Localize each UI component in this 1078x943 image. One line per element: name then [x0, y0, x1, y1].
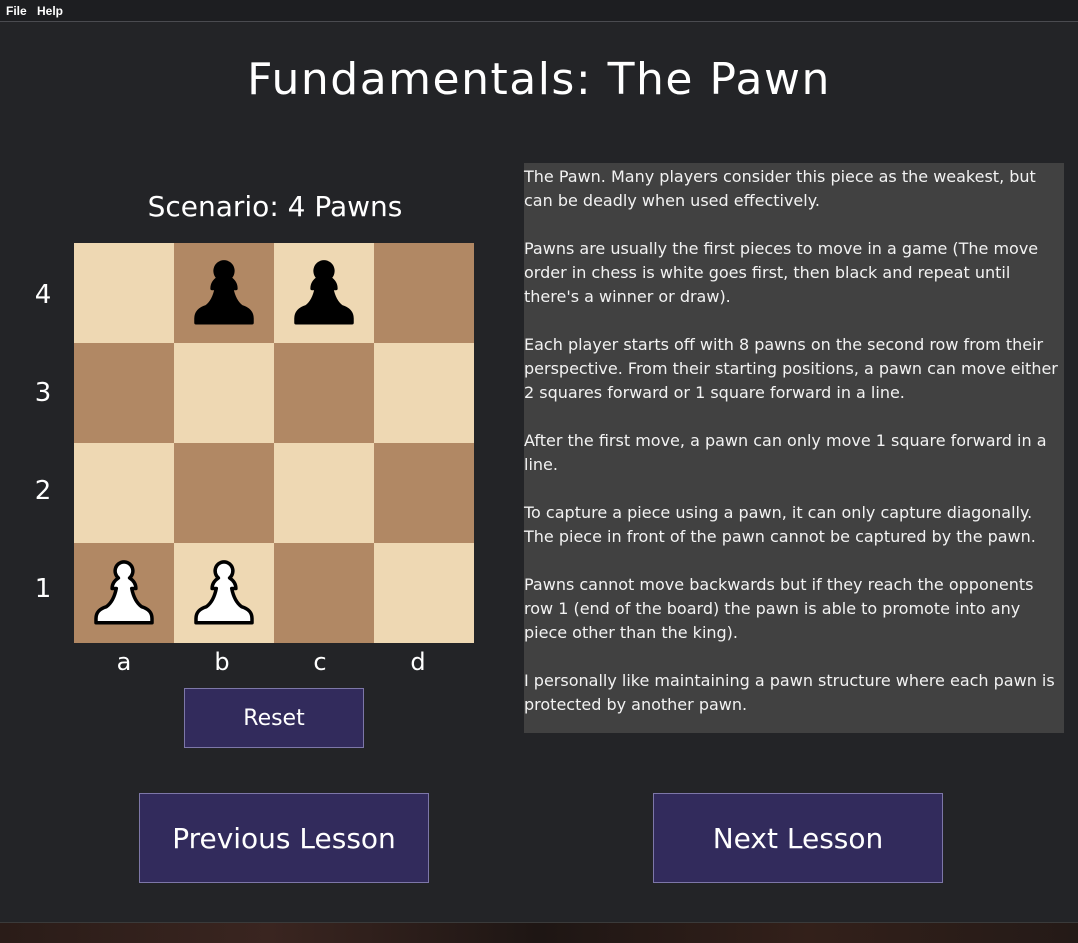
black-pawn-icon[interactable]: [189, 248, 259, 338]
rank-label-3: 3: [34, 378, 52, 408]
file-label-a: a: [116, 648, 132, 676]
file-label-d: d: [410, 648, 426, 676]
square-a2[interactable]: [74, 443, 174, 543]
black-pawn-icon[interactable]: [289, 248, 359, 338]
square-c1[interactable]: [274, 543, 374, 643]
previous-lesson-button[interactable]: Previous Lesson: [139, 793, 429, 883]
desktop-strip: [0, 922, 1078, 943]
lesson-paragraph: Pawns are usually the first pieces to mo…: [524, 239, 1039, 306]
lesson-paragraph: Pawns cannot move backwards but if they …: [524, 575, 1034, 642]
rank-label-2: 2: [34, 476, 52, 506]
lesson-paragraph: Each player starts off with 8 pawns on t…: [524, 335, 1058, 402]
square-a3[interactable]: [74, 343, 174, 443]
square-d1[interactable]: [374, 543, 474, 643]
square-b4[interactable]: [174, 243, 274, 343]
square-b2[interactable]: [174, 443, 274, 543]
scenario-title: Scenario: 4 Pawns: [147, 190, 403, 223]
rank-label-1: 1: [34, 574, 52, 604]
lesson-paragraph: I personally like maintaining a pawn str…: [524, 671, 1055, 714]
menu-file[interactable]: File: [6, 4, 27, 18]
square-a1[interactable]: [74, 543, 174, 643]
lesson-paragraph: The Pawn. Many players consider this pie…: [524, 167, 1036, 210]
page-title: Fundamentals: The Pawn: [247, 54, 831, 105]
lesson-paragraph: After the first move, a pawn can only mo…: [524, 431, 1047, 474]
file-label-c: c: [313, 648, 327, 676]
square-c4[interactable]: [274, 243, 374, 343]
lesson-text-panel: The Pawn. Many players consider this pie…: [524, 163, 1064, 733]
square-b1[interactable]: [174, 543, 274, 643]
square-d2[interactable]: [374, 443, 474, 543]
square-d4[interactable]: [374, 243, 474, 343]
white-pawn-icon[interactable]: [89, 548, 159, 638]
square-d3[interactable]: [374, 343, 474, 443]
square-b3[interactable]: [174, 343, 274, 443]
next-lesson-button[interactable]: Next Lesson: [653, 793, 943, 883]
file-label-b: b: [214, 648, 230, 676]
chess-board: [74, 243, 474, 643]
reset-button[interactable]: Reset: [184, 688, 364, 748]
square-c2[interactable]: [274, 443, 374, 543]
menu-bar: File Help: [0, 0, 1078, 22]
rank-label-4: 4: [34, 280, 52, 310]
menu-help[interactable]: Help: [37, 4, 63, 18]
lesson-paragraph: To capture a piece using a pawn, it can …: [524, 503, 1036, 546]
white-pawn-icon[interactable]: [189, 548, 259, 638]
square-c3[interactable]: [274, 343, 374, 443]
square-a4[interactable]: [74, 243, 174, 343]
